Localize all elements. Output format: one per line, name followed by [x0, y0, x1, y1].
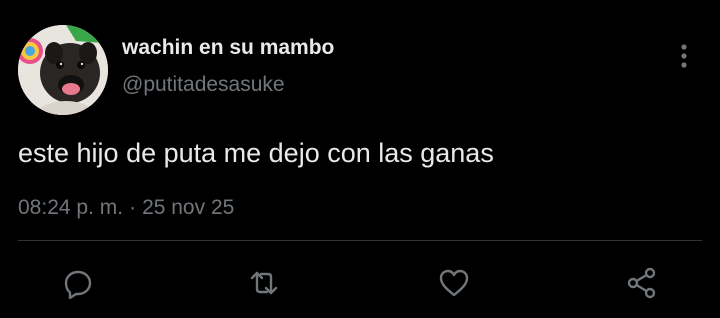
more-options-button[interactable] — [670, 40, 698, 72]
avatar-image — [18, 25, 108, 115]
tweet-time: 08:24 p. m. — [18, 196, 124, 219]
retweet-icon — [250, 271, 278, 295]
display-name[interactable]: wachin en su mambo — [122, 36, 334, 60]
more-vertical-icon — [681, 44, 687, 68]
timestamp-separator: · — [129, 196, 137, 219]
like-button[interactable] — [436, 265, 472, 301]
share-icon — [627, 267, 656, 299]
divider — [18, 240, 702, 241]
reply-icon — [64, 270, 92, 299]
reply-button[interactable] — [60, 265, 96, 301]
user-handle[interactable]: @putitadesasuke — [122, 73, 285, 97]
retweet-button[interactable] — [246, 265, 282, 301]
tweet-text: este hijo de puta me dejo con las ganas — [18, 138, 494, 168]
tweet-timestamp[interactable]: 08:24 p. m. · 25 nov 25 — [18, 196, 234, 220]
tweet-date: 25 nov 25 — [142, 196, 235, 219]
heart-icon — [439, 269, 469, 297]
share-button[interactable] — [624, 265, 660, 301]
avatar[interactable] — [18, 25, 108, 115]
